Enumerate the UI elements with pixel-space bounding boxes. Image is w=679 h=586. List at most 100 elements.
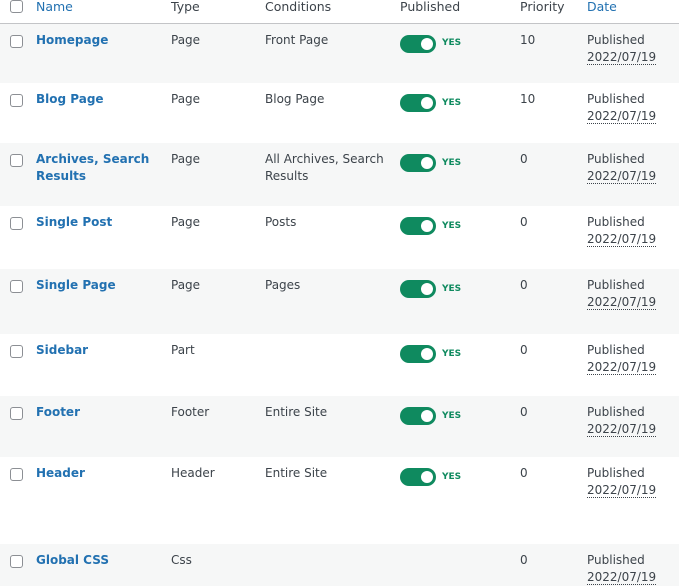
date-cell: Published 2022/07/19 (587, 544, 679, 586)
name-cell: Single Page (36, 269, 171, 334)
conditions-cell: Pages (265, 269, 400, 334)
type-cell: Footer (171, 396, 265, 457)
row-checkbox[interactable] (10, 468, 23, 481)
conditions-cell (265, 544, 400, 586)
row-select-cell (0, 23, 36, 83)
date-status: Published (587, 466, 645, 480)
published-toggle-wrap: YES (400, 94, 520, 112)
published-toggle[interactable] (400, 280, 436, 298)
row-checkbox[interactable] (10, 555, 23, 568)
toggle-knob (421, 410, 433, 422)
row-checkbox[interactable] (10, 94, 23, 107)
toggle-knob (421, 348, 433, 360)
name-cell: Single Post (36, 206, 171, 269)
published-label: YES (442, 97, 462, 108)
row-checkbox[interactable] (10, 345, 23, 358)
toggle-knob (421, 157, 433, 169)
name-cell: Homepage (36, 23, 171, 83)
type-cell: Page (171, 143, 265, 206)
date-cell: Published 2022/07/19 (587, 334, 679, 396)
column-header-type: Type (171, 0, 200, 14)
date-value: 2022/07/19 (587, 360, 657, 375)
date-value: 2022/07/19 (587, 169, 657, 184)
published-toggle[interactable] (400, 217, 436, 235)
published-toggle[interactable] (400, 34, 436, 53)
published-cell: YES (400, 457, 520, 544)
date-status: Published (587, 32, 645, 47)
conditions-cell: Blog Page (265, 92, 325, 106)
date-value: 2022/07/19 (587, 232, 657, 247)
date-cell: Published 2022/07/19 (587, 269, 679, 334)
date-cell: Published 2022/07/19 (587, 457, 679, 544)
toggle-knob (421, 283, 433, 295)
template-name-link[interactable]: Footer (36, 404, 171, 421)
published-label: YES (442, 220, 462, 231)
template-name-link[interactable]: Homepage (36, 32, 171, 49)
published-cell (400, 544, 520, 586)
name-cell: Footer (36, 396, 171, 457)
priority-cell: 0 (520, 269, 587, 334)
toggle-knob (421, 220, 433, 232)
conditions-cell: Entire Site (265, 466, 328, 480)
published-label: YES (442, 348, 462, 359)
column-header-name[interactable]: Name (36, 0, 171, 23)
conditions-cell: Posts (265, 215, 297, 229)
date-status: Published (587, 553, 645, 567)
name-cell: Global CSS (36, 544, 171, 586)
template-name-link[interactable]: Global CSS (36, 552, 171, 569)
published-toggle[interactable] (400, 407, 436, 425)
published-toggle[interactable] (400, 468, 436, 486)
published-toggle[interactable] (400, 154, 436, 172)
published-cell: YES (400, 83, 520, 143)
name-cell: Archives, Search Results (36, 143, 171, 206)
row-select-cell (0, 544, 36, 586)
published-cell: YES (400, 396, 520, 457)
template-name-link[interactable]: Blog Page (36, 91, 171, 108)
template-name-link[interactable]: Sidebar (36, 342, 171, 359)
select-all-checkbox[interactable] (10, 0, 23, 13)
row-checkbox[interactable] (10, 280, 23, 293)
date-value: 2022/07/19 (587, 422, 657, 437)
row-select-cell (0, 396, 36, 457)
template-name-link[interactable]: Header (36, 465, 171, 482)
column-header-date[interactable]: Date (587, 0, 679, 23)
date-status: Published (587, 152, 645, 166)
date-status: Published (587, 343, 645, 357)
date-value: 2022/07/19 (587, 49, 657, 65)
type-cell: Part (171, 343, 195, 357)
row-checkbox[interactable] (10, 217, 23, 230)
conditions-cell (265, 334, 400, 396)
type-cell: Page (171, 92, 201, 106)
published-toggle[interactable] (400, 345, 436, 363)
template-name-link[interactable]: Single Page (36, 277, 171, 294)
published-toggle-wrap: YES (400, 34, 520, 53)
row-checkbox[interactable] (10, 407, 23, 420)
row-checkbox[interactable] (10, 34, 23, 48)
template-name-link[interactable]: Single Post (36, 214, 171, 231)
date-cell: Published 2022/07/19 (587, 396, 679, 457)
table-row: Blog Page Page Blog Page YES 10 Publishe… (0, 83, 679, 143)
date-value: 2022/07/19 (587, 295, 657, 310)
type-cell: Page (171, 215, 201, 229)
template-name-link[interactable]: Archives, Search Results (36, 151, 171, 185)
table-row: Archives, Search Results Page All Archiv… (0, 143, 679, 206)
published-toggle-wrap: YES (400, 154, 520, 172)
toggle-knob (421, 471, 433, 483)
date-value: 2022/07/19 (587, 570, 657, 585)
row-checkbox[interactable] (10, 154, 23, 167)
published-toggle-wrap: YES (400, 407, 520, 425)
date-status: Published (587, 92, 645, 106)
priority-cell: 0 (520, 343, 528, 357)
published-toggle[interactable] (400, 94, 436, 112)
table-row: Single Page Page Pages YES 0 Published 2… (0, 269, 679, 334)
date-status: Published (587, 215, 645, 229)
table-row: Footer Footer Entire Site YES 0 Publishe… (0, 396, 679, 457)
published-cell: YES (400, 206, 520, 269)
column-header-priority: Priority (520, 0, 565, 14)
table-row: Homepage Page Front Page YES 10 Publishe… (0, 23, 679, 83)
type-cell: Page (171, 269, 265, 334)
row-select-cell (0, 206, 36, 269)
date-cell: Published 2022/07/19 (587, 83, 679, 143)
row-select-cell (0, 83, 36, 143)
published-cell: YES (400, 334, 520, 396)
